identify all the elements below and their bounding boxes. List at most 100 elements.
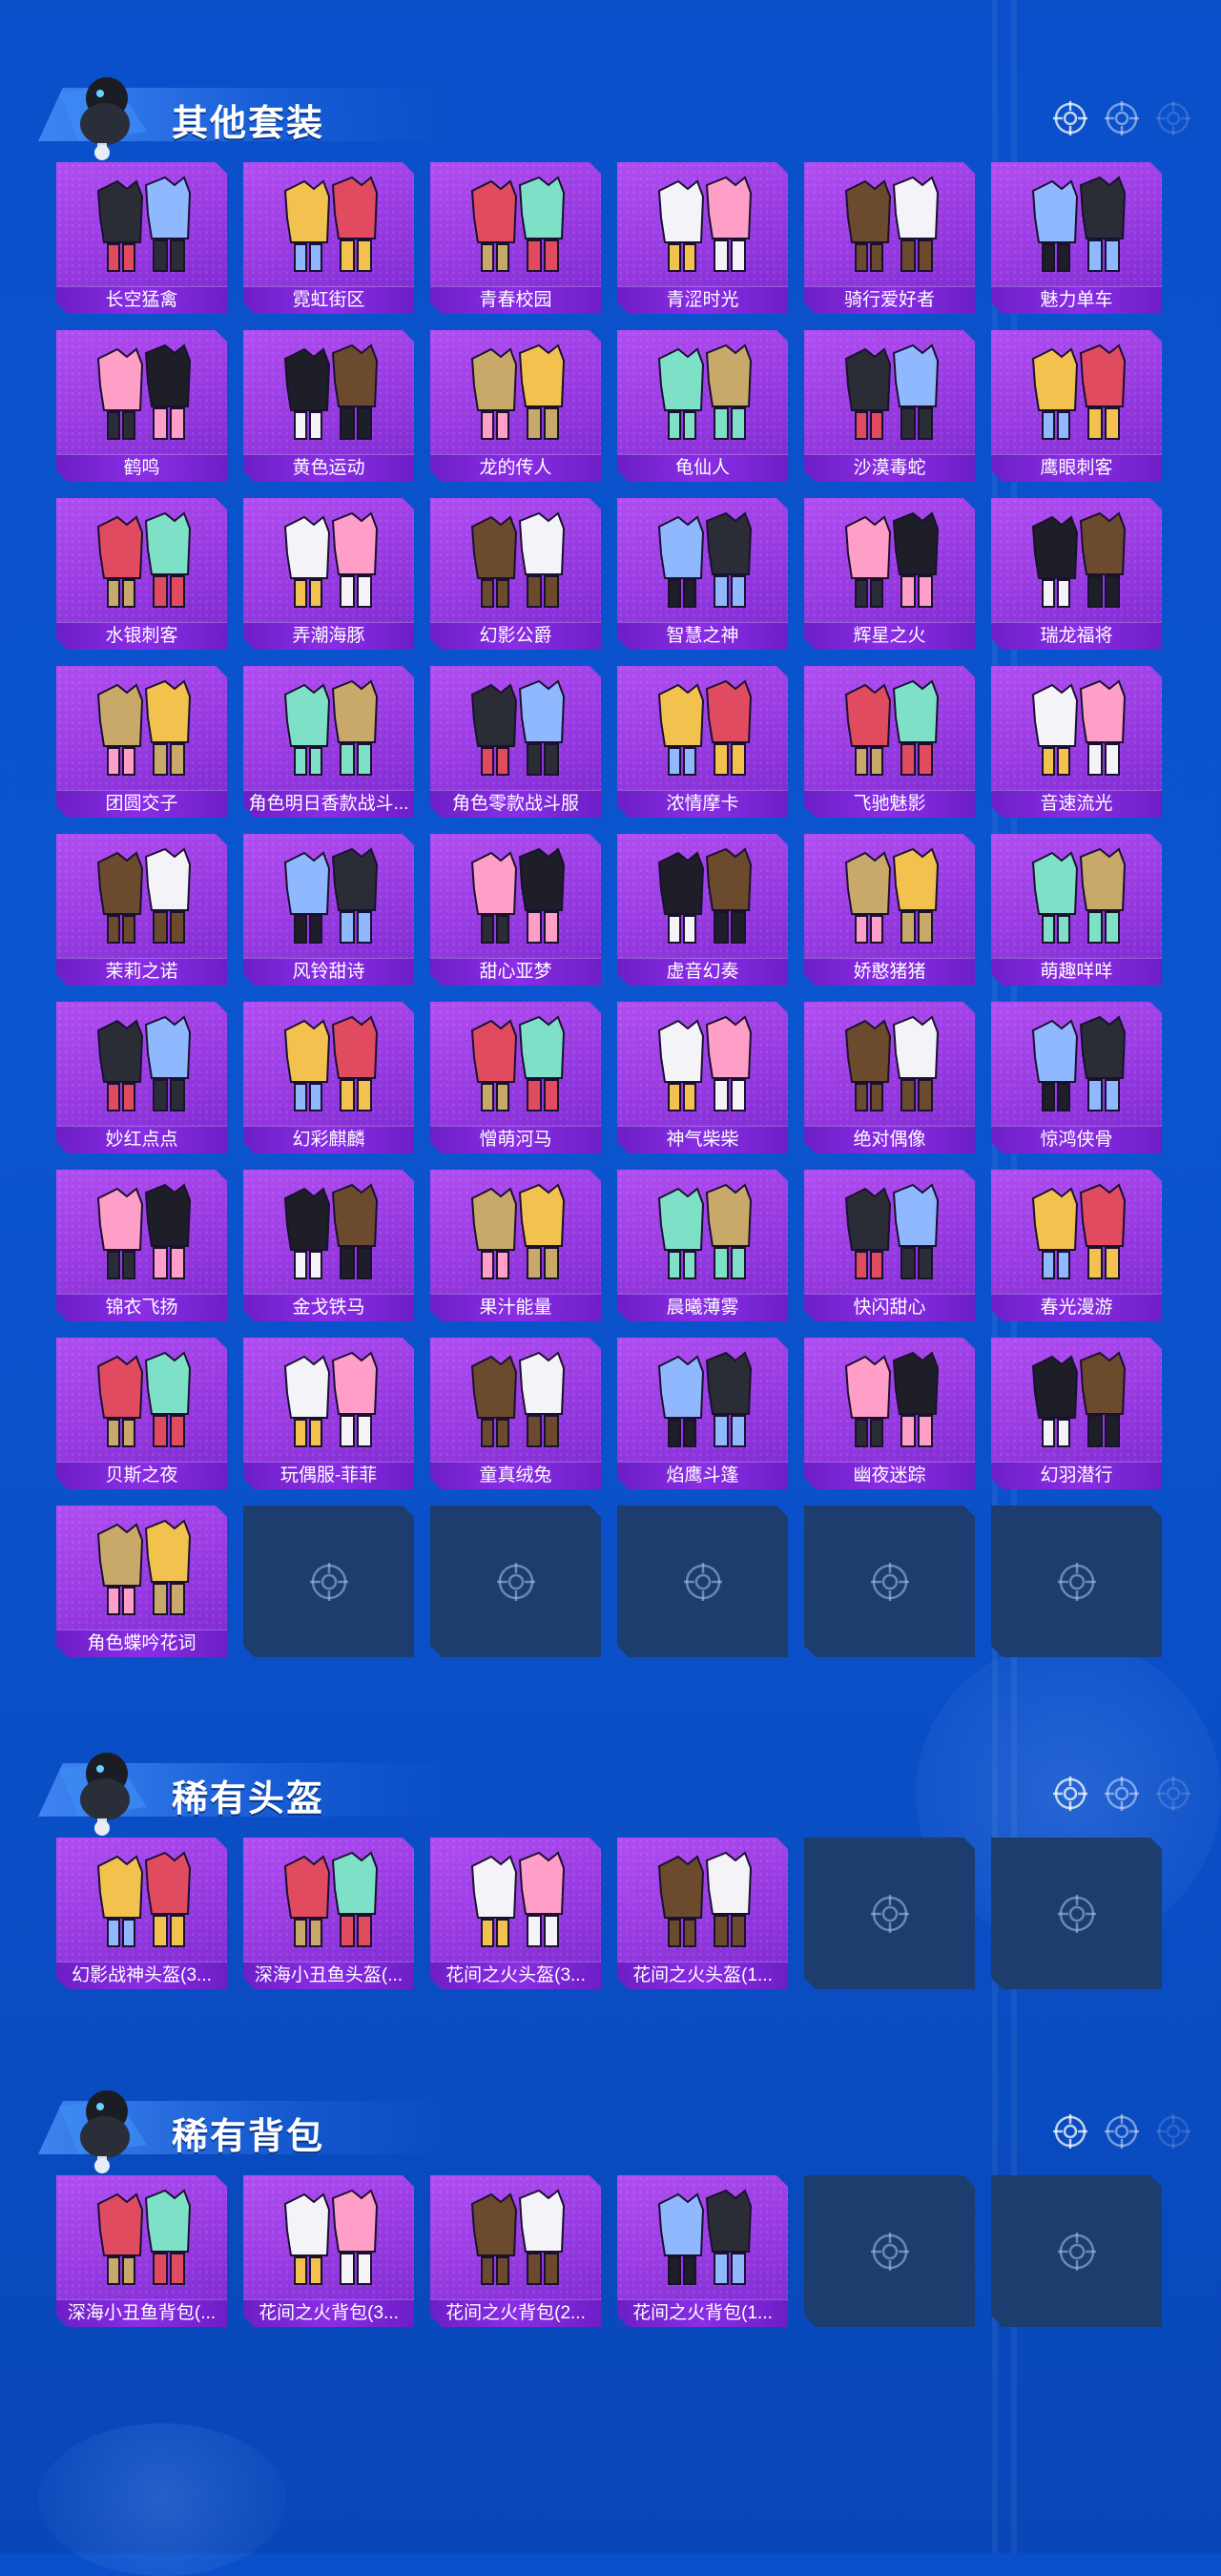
item-label: 浓情摩卡 bbox=[617, 790, 788, 818]
item-label: 贝斯之夜 bbox=[56, 1462, 227, 1489]
purple-hoodie-outfit-icon bbox=[85, 336, 198, 448]
item-card[interactable]: 深海小丑鱼背包(... bbox=[56, 2175, 227, 2327]
flower-helmet-1-icon bbox=[646, 1843, 759, 1956]
item-card[interactable]: 音速流光 bbox=[991, 666, 1162, 818]
item-card[interactable]: 鹤鸣 bbox=[56, 330, 227, 482]
red-tang-outfit-icon bbox=[85, 672, 198, 784]
item-label: 深海小丑鱼背包(... bbox=[56, 2299, 227, 2327]
item-card[interactable]: 深海小丑鱼头盔(... bbox=[243, 1838, 414, 1989]
crosshair-icon bbox=[681, 1560, 725, 1604]
item-card[interactable]: 玩偶服-菲菲 bbox=[243, 1338, 414, 1489]
item-card[interactable]: 妙红点点 bbox=[56, 1002, 227, 1153]
item-card[interactable]: 萌趣咩咩 bbox=[991, 834, 1162, 986]
item-label: 魅力单车 bbox=[991, 286, 1162, 314]
item-label: 长空猛禽 bbox=[56, 286, 227, 314]
item-card[interactable]: 霓虹街区 bbox=[243, 162, 414, 314]
crosshair-icon bbox=[1105, 101, 1139, 135]
item-card[interactable]: 娇憨猪猪 bbox=[804, 834, 975, 986]
red-dot-dress-icon bbox=[85, 1008, 198, 1120]
item-label: 焰鹰斗篷 bbox=[617, 1462, 788, 1489]
item-card[interactable]: 青春校园 bbox=[430, 162, 601, 314]
item-card[interactable]: 快闪甜心 bbox=[804, 1170, 975, 1321]
item-label: 神气柴柴 bbox=[617, 1126, 788, 1153]
item-card[interactable]: 花间之火背包(2... bbox=[430, 2175, 601, 2327]
item-card[interactable]: 水银刺客 bbox=[56, 498, 227, 650]
item-card[interactable]: 贝斯之夜 bbox=[56, 1338, 227, 1489]
item-card[interactable]: 沙漠毒蛇 bbox=[804, 330, 975, 482]
item-card[interactable]: 神气柴柴 bbox=[617, 1002, 788, 1153]
item-card[interactable]: 幻影战神头盔(3... bbox=[56, 1838, 227, 1989]
empty-slot bbox=[991, 1838, 1162, 1989]
black-pink-heart-outfit-icon bbox=[833, 1175, 946, 1288]
item-card[interactable]: 辉星之火 bbox=[804, 498, 975, 650]
item-card[interactable]: 花间之火背包(3... bbox=[243, 2175, 414, 2327]
item-card[interactable]: 茉莉之诺 bbox=[56, 834, 227, 986]
item-card[interactable]: 团圆交子 bbox=[56, 666, 227, 818]
crosshair-icon bbox=[1105, 1776, 1139, 1811]
item-card[interactable]: 风铃甜诗 bbox=[243, 834, 414, 986]
empty-slot bbox=[804, 1506, 975, 1657]
crosshair-icon bbox=[1053, 1776, 1087, 1811]
item-card[interactable]: 浓情摩卡 bbox=[617, 666, 788, 818]
item-card[interactable]: 魅力单车 bbox=[991, 162, 1162, 314]
item-card[interactable]: 焰鹰斗篷 bbox=[617, 1338, 788, 1489]
item-card[interactable]: 飞驰魅影 bbox=[804, 666, 975, 818]
item-card[interactable]: 花间之火头盔(3... bbox=[430, 1838, 601, 1989]
item-card[interactable]: 童真绒兔 bbox=[430, 1338, 601, 1489]
item-card[interactable]: 花间之火头盔(1... bbox=[617, 1838, 788, 1989]
item-card[interactable]: 锦衣飞扬 bbox=[56, 1170, 227, 1321]
empty-slot bbox=[804, 2175, 975, 2327]
purple-robe-outfit-icon bbox=[646, 504, 759, 616]
item-card[interactable]: 憎萌河马 bbox=[430, 1002, 601, 1153]
item-label: 幻影战神头盔(3... bbox=[56, 1962, 227, 1989]
crosshair-icon bbox=[1053, 2114, 1087, 2149]
item-card[interactable]: 春光漫游 bbox=[991, 1170, 1162, 1321]
item-card[interactable]: 角色明日香款战斗... bbox=[243, 666, 414, 818]
pink-pig-outfit-icon bbox=[833, 840, 946, 952]
item-card[interactable]: 智慧之神 bbox=[617, 498, 788, 650]
school-uniform-outfit-icon bbox=[459, 168, 572, 280]
item-card[interactable]: 虚音幻奏 bbox=[617, 834, 788, 986]
crosshair-icon bbox=[1156, 2114, 1190, 2149]
item-label: 花间之火头盔(1... bbox=[617, 1962, 788, 1989]
item-label: 深海小丑鱼头盔(... bbox=[243, 1962, 414, 1989]
white-violet-outfit-icon bbox=[833, 504, 946, 616]
item-card[interactable]: 角色蝶吟花词 bbox=[56, 1506, 227, 1657]
item-label: 幻羽潜行 bbox=[991, 1462, 1162, 1489]
item-card[interactable]: 龟仙人 bbox=[617, 330, 788, 482]
section-title: 稀有头盔 bbox=[172, 1779, 325, 1819]
item-label: 弄潮海豚 bbox=[243, 622, 414, 650]
section-other-outfits: 其他套装 长空猛禽 霓虹街区 青春校园 青涩时光 骑行爱好者 魅力单车 鹤鸣 黄色运动 龙的传人… bbox=[0, 57, 1221, 1679]
item-card[interactable]: 幻彩麒麟 bbox=[243, 1002, 414, 1153]
item-card[interactable]: 晨曦薄雾 bbox=[617, 1170, 788, 1321]
item-card[interactable]: 绝对偶像 bbox=[804, 1002, 975, 1153]
green-white-outfit-icon bbox=[85, 840, 198, 952]
item-card[interactable]: 弄潮海豚 bbox=[243, 498, 414, 650]
item-card[interactable]: 惊鸿侠骨 bbox=[991, 1002, 1162, 1153]
item-label: 音速流光 bbox=[991, 790, 1162, 818]
item-card[interactable]: 角色零款战斗服 bbox=[430, 666, 601, 818]
item-card[interactable]: 骑行爱好者 bbox=[804, 162, 975, 314]
section-decor-icons bbox=[1051, 1775, 1192, 1813]
item-card[interactable]: 幻影公爵 bbox=[430, 498, 601, 650]
item-label: 角色零款战斗服 bbox=[430, 790, 601, 818]
crosshair-icon bbox=[868, 2230, 912, 2274]
item-label: 飞驰魅影 bbox=[804, 790, 975, 818]
item-card[interactable]: 鹰眼刺客 bbox=[991, 330, 1162, 482]
item-label: 霓虹街区 bbox=[243, 286, 414, 314]
item-label: 骑行爱好者 bbox=[804, 286, 975, 314]
item-card[interactable]: 青涩时光 bbox=[617, 162, 788, 314]
item-card[interactable]: 花间之火背包(1... bbox=[617, 2175, 788, 2327]
bass-night-outfit-icon bbox=[85, 1343, 198, 1456]
item-card[interactable]: 瑞龙福将 bbox=[991, 498, 1162, 650]
item-card[interactable]: 长空猛禽 bbox=[56, 162, 227, 314]
item-card[interactable]: 金戈铁马 bbox=[243, 1170, 414, 1321]
item-card[interactable]: 龙的传人 bbox=[430, 330, 601, 482]
item-card[interactable]: 甜心亚梦 bbox=[430, 834, 601, 986]
item-card[interactable]: 幽夜迷踪 bbox=[804, 1338, 975, 1489]
item-card[interactable]: 黄色运动 bbox=[243, 330, 414, 482]
item-card[interactable]: 幻羽潜行 bbox=[991, 1338, 1162, 1489]
section-header: 稀有头盔 bbox=[29, 1733, 1192, 1838]
item-card[interactable]: 果汁能量 bbox=[430, 1170, 601, 1321]
black-red-outfit-icon bbox=[646, 168, 759, 280]
